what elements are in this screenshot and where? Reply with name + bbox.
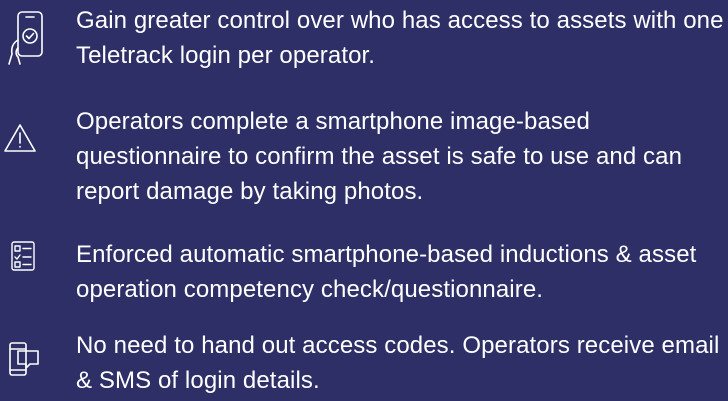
feature-text: Operators complete a smartphone image-ba… [76, 108, 683, 205]
smartphone-message-icon [9, 342, 39, 376]
feature-text: Enforced automatic smartphone-based indu… [76, 241, 697, 303]
checklist-icon [11, 241, 35, 271]
feature-list: Gain greater control over who has access… [0, 0, 728, 401]
warning-triangle-icon [4, 124, 36, 152]
feature-text: Gain greater control over who has access… [76, 7, 724, 69]
feature-text: No need to hand out access codes. Operat… [76, 332, 720, 394]
smartphone-hand-check-icon [8, 11, 43, 65]
